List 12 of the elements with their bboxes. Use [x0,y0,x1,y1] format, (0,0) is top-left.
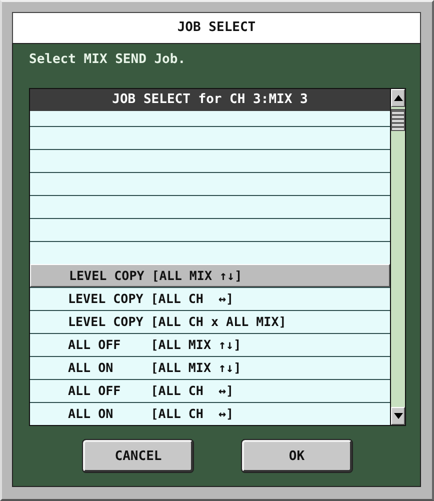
instruction-text: Select MIX SEND Job. [29,52,187,69]
scrollbar[interactable] [390,89,405,425]
scroll-thumb[interactable] [391,109,405,131]
job-list-item[interactable]: LEVEL COPY [ALL MIX ↑↓] [30,264,390,287]
cancel-button[interactable]: CANCEL [83,440,194,472]
scroll-down-button[interactable] [391,407,405,425]
down-arrow-icon [394,413,402,419]
up-arrow-icon [394,95,402,101]
ok-button[interactable]: OK [242,440,352,472]
list-header: JOB SELECT for CH 3:MIX 3 [30,89,390,111]
scroll-up-button[interactable] [391,89,405,107]
window-title: JOB SELECT [12,12,421,43]
